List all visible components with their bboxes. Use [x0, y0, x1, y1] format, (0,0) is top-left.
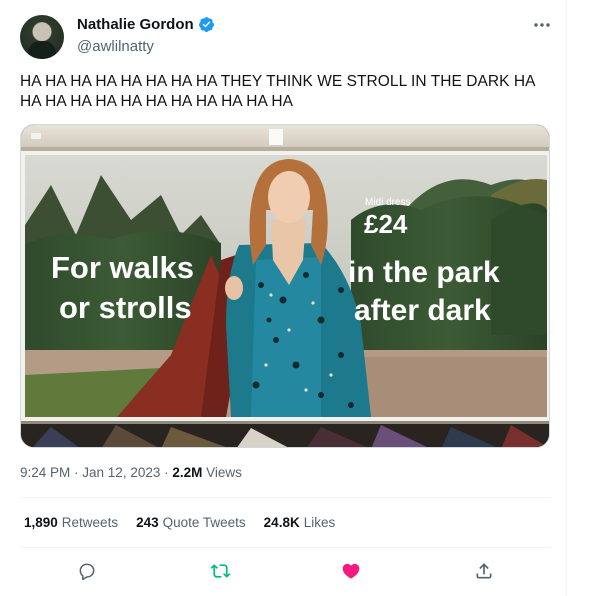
tweet-time[interactable]: 9:24 PM [20, 465, 70, 480]
meta-separator-2: · [160, 465, 173, 480]
retweet-icon [210, 564, 230, 578]
tweet-date[interactable]: Jan 12, 2023 [82, 465, 160, 480]
tweet-text: HA HA HA HA HA HA HA HA THEY THINK WE ST… [20, 73, 535, 110]
ad-left-line-2: or strolls [59, 290, 192, 325]
views-count: 2.2M [172, 465, 203, 480]
ad-right-line-2: after dark [354, 294, 491, 327]
likes-stat[interactable]: 24.8K Likes [264, 515, 336, 530]
tweet-media-photo[interactable]: For walks or strolls in the park after d… [20, 124, 550, 448]
more-icon [534, 23, 550, 27]
verified-badge-icon [198, 17, 214, 32]
likes-count: 24.8K [263, 515, 300, 530]
ad-left-line-1: For walks [51, 250, 194, 285]
share-icon [476, 563, 492, 579]
divider-top [20, 497, 551, 498]
reply-icon [79, 563, 95, 581]
billboard-photo: For walks or strolls in the park after d… [21, 125, 549, 447]
ad-right-line-1: in the park [348, 256, 500, 289]
quotes-label: Quote Tweets [162, 515, 246, 530]
views-label: Views [206, 465, 242, 480]
ad-price-label: Midi dress [365, 197, 411, 208]
avatar[interactable] [20, 15, 64, 59]
tweet-meta: 9:24 PM · Jan 12, 2023 · 2.2M Views [20, 465, 242, 480]
like-icon [342, 563, 360, 579]
like-button[interactable] [340, 560, 362, 582]
author-display-name[interactable]: Nathalie Gordon [77, 16, 194, 33]
retweets-stat[interactable]: 1,890 Retweets [24, 515, 118, 530]
divider-bottom [20, 547, 551, 548]
retweets-label: Retweets [61, 515, 119, 530]
avatar-figure [28, 41, 56, 59]
meta-separator: · [70, 465, 83, 480]
reply-button[interactable] [76, 560, 98, 582]
more-button[interactable] [531, 14, 553, 36]
author-handle[interactable]: @awlilnatty [77, 38, 154, 55]
tweet-stats: 1,890 Retweets 243 Quote Tweets 24.8K Likes [24, 515, 335, 530]
likes-label: Likes [303, 515, 336, 530]
quotes-count: 243 [136, 515, 159, 530]
tweet-card: Nathalie Gordon @awlilnatty HA HA HA HA … [0, 0, 567, 596]
ad-price: £24 [364, 209, 408, 239]
share-button[interactable] [473, 560, 495, 582]
retweet-button[interactable] [209, 560, 231, 582]
author-name-row[interactable]: Nathalie Gordon [77, 16, 215, 33]
quotes-stat[interactable]: 243 Quote Tweets [136, 515, 246, 530]
retweets-count: 1,890 [24, 515, 58, 530]
